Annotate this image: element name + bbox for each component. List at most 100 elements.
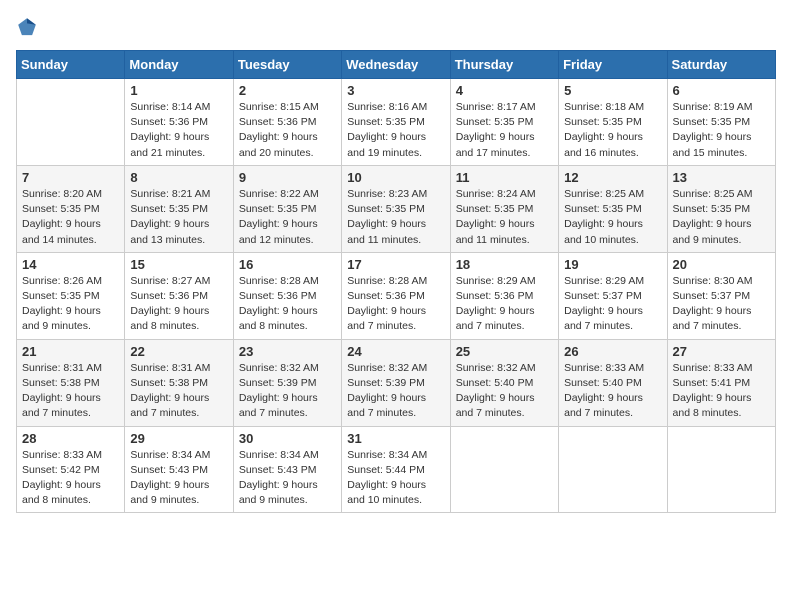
day-info: Sunrise: 8:23 AM Sunset: 5:35 PM Dayligh… (347, 187, 444, 248)
calendar-cell: 23Sunrise: 8:32 AM Sunset: 5:39 PM Dayli… (233, 339, 341, 426)
calendar-cell: 21Sunrise: 8:31 AM Sunset: 5:38 PM Dayli… (17, 339, 125, 426)
calendar-cell: 12 Sunrise: 8:25 AM Sunset: 5:35 PM Dayli… (559, 165, 667, 252)
calendar-cell: 10 Sunrise: 8:23 AM Sunset: 5:35 PM Dayli… (342, 165, 450, 252)
day-number: 14 (22, 257, 119, 272)
day-number: 9 (239, 170, 336, 185)
day-info: Sunrise: 8:33 AM Sunset: 5:41 PM Dayligh… (673, 361, 770, 422)
day-info: Sunrise: 8:17 AM Sunset: 5:35 PM Dayligh… (456, 100, 553, 161)
day-info: Sunrise: 8:25 AM Sunset: 5:35 PM Dayligh… (564, 187, 661, 248)
day-info: Sunrise: 8:33 AM Sunset: 5:42 PM Dayligh… (22, 448, 119, 509)
day-number: 13 (673, 170, 770, 185)
header (16, 16, 776, 38)
calendar-cell: 5 Sunrise: 8:18 AM Sunset: 5:35 PM Daylig… (559, 79, 667, 166)
calendar-week-4: 28 Sunrise: 8:33 AM Sunset: 5:42 PM Dayli… (17, 426, 776, 513)
day-info: Sunrise: 8:34 AM Sunset: 5:43 PM Dayligh… (239, 448, 336, 509)
calendar-table: SundayMondayTuesdayWednesdayThursdayFrid… (16, 50, 776, 513)
day-number: 2 (239, 83, 336, 98)
day-number: 10 (347, 170, 444, 185)
calendar-cell: 6 Sunrise: 8:19 AM Sunset: 5:35 PM Daylig… (667, 79, 775, 166)
day-number: 20 (673, 257, 770, 272)
day-info: Sunrise: 8:25 AM Sunset: 5:35 PM Dayligh… (673, 187, 770, 248)
day-number: 17 (347, 257, 444, 272)
day-info: Sunrise: 8:19 AM Sunset: 5:35 PM Dayligh… (673, 100, 770, 161)
calendar-cell: 26 Sunrise: 8:33 AM Sunset: 5:40 PM Dayli… (559, 339, 667, 426)
logo-icon (16, 16, 38, 38)
logo (16, 16, 40, 38)
calendar-cell: 15 Sunrise: 8:27 AM Sunset: 5:36 PM Dayli… (125, 252, 233, 339)
weekday-header-friday: Friday (559, 51, 667, 79)
calendar-cell (559, 426, 667, 513)
day-info: Sunrise: 8:31 AM Sunset: 5:38 PM Dayligh… (130, 361, 227, 422)
day-info: Sunrise: 8:34 AM Sunset: 5:44 PM Dayligh… (347, 448, 444, 509)
day-info: Sunrise: 8:32 AM Sunset: 5:39 PM Dayligh… (347, 361, 444, 422)
calendar-cell: 20 Sunrise: 8:30 AM Sunset: 5:37 PM Dayli… (667, 252, 775, 339)
day-info: Sunrise: 8:29 AM Sunset: 5:37 PM Dayligh… (564, 274, 661, 335)
calendar-cell: 1 Sunrise: 8:14 AM Sunset: 5:36 PM Daylig… (125, 79, 233, 166)
weekday-header-saturday: Saturday (667, 51, 775, 79)
calendar-week-1: 7 Sunrise: 8:20 AM Sunset: 5:35 PM Daylig… (17, 165, 776, 252)
day-info: Sunrise: 8:34 AM Sunset: 5:43 PM Dayligh… (130, 448, 227, 509)
day-number: 25 (456, 344, 553, 359)
day-number: 18 (456, 257, 553, 272)
calendar-header: SundayMondayTuesdayWednesdayThursdayFrid… (17, 51, 776, 79)
day-info: Sunrise: 8:33 AM Sunset: 5:40 PM Dayligh… (564, 361, 661, 422)
day-number: 21 (22, 344, 119, 359)
day-number: 24 (347, 344, 444, 359)
day-info: Sunrise: 8:29 AM Sunset: 5:36 PM Dayligh… (456, 274, 553, 335)
day-info: Sunrise: 8:32 AM Sunset: 5:40 PM Dayligh… (456, 361, 553, 422)
calendar-cell (17, 79, 125, 166)
day-number: 30 (239, 431, 336, 446)
calendar-cell: 19 Sunrise: 8:29 AM Sunset: 5:37 PM Dayli… (559, 252, 667, 339)
day-info: Sunrise: 8:20 AM Sunset: 5:35 PM Dayligh… (22, 187, 119, 248)
day-number: 28 (22, 431, 119, 446)
day-info: Sunrise: 8:14 AM Sunset: 5:36 PM Dayligh… (130, 100, 227, 161)
day-number: 26 (564, 344, 661, 359)
calendar-cell: 9Sunrise: 8:22 AM Sunset: 5:35 PM Daylig… (233, 165, 341, 252)
weekday-header-tuesday: Tuesday (233, 51, 341, 79)
day-number: 5 (564, 83, 661, 98)
day-number: 8 (130, 170, 227, 185)
day-number: 12 (564, 170, 661, 185)
calendar-body: 1 Sunrise: 8:14 AM Sunset: 5:36 PM Daylig… (17, 79, 776, 513)
calendar-cell: 31Sunrise: 8:34 AM Sunset: 5:44 PM Dayli… (342, 426, 450, 513)
calendar-cell: 4 Sunrise: 8:17 AM Sunset: 5:35 PM Daylig… (450, 79, 558, 166)
day-info: Sunrise: 8:21 AM Sunset: 5:35 PM Dayligh… (130, 187, 227, 248)
day-number: 27 (673, 344, 770, 359)
day-number: 6 (673, 83, 770, 98)
weekday-header-row: SundayMondayTuesdayWednesdayThursdayFrid… (17, 51, 776, 79)
calendar-cell: 22 Sunrise: 8:31 AM Sunset: 5:38 PM Dayli… (125, 339, 233, 426)
calendar-cell (667, 426, 775, 513)
calendar-cell: 25 Sunrise: 8:32 AM Sunset: 5:40 PM Dayli… (450, 339, 558, 426)
day-info: Sunrise: 8:27 AM Sunset: 5:36 PM Dayligh… (130, 274, 227, 335)
calendar-cell: 3Sunrise: 8:16 AM Sunset: 5:35 PM Daylig… (342, 79, 450, 166)
day-number: 1 (130, 83, 227, 98)
calendar-cell: 16 Sunrise: 8:28 AM Sunset: 5:36 PM Dayli… (233, 252, 341, 339)
weekday-header-sunday: Sunday (17, 51, 125, 79)
day-info: Sunrise: 8:18 AM Sunset: 5:35 PM Dayligh… (564, 100, 661, 161)
day-number: 22 (130, 344, 227, 359)
calendar-cell: 17Sunrise: 8:28 AM Sunset: 5:36 PM Dayli… (342, 252, 450, 339)
day-number: 4 (456, 83, 553, 98)
day-number: 11 (456, 170, 553, 185)
calendar-cell: 30 Sunrise: 8:34 AM Sunset: 5:43 PM Dayli… (233, 426, 341, 513)
day-info: Sunrise: 8:26 AM Sunset: 5:35 PM Dayligh… (22, 274, 119, 335)
weekday-header-wednesday: Wednesday (342, 51, 450, 79)
day-number: 7 (22, 170, 119, 185)
day-info: Sunrise: 8:30 AM Sunset: 5:37 PM Dayligh… (673, 274, 770, 335)
calendar-cell: 27 Sunrise: 8:33 AM Sunset: 5:41 PM Dayli… (667, 339, 775, 426)
calendar-cell: 7 Sunrise: 8:20 AM Sunset: 5:35 PM Daylig… (17, 165, 125, 252)
weekday-header-thursday: Thursday (450, 51, 558, 79)
calendar-cell: 18 Sunrise: 8:29 AM Sunset: 5:36 PM Dayli… (450, 252, 558, 339)
day-number: 16 (239, 257, 336, 272)
day-number: 3 (347, 83, 444, 98)
calendar-week-3: 21 Sunrise: 8:31 AM Sunset: 5:38 PM Dayli… (17, 339, 776, 426)
calendar-cell: 8 Sunrise: 8:21 AM Sunset: 5:35 PM Daylig… (125, 165, 233, 252)
day-number: 15 (130, 257, 227, 272)
calendar-cell: 13 Sunrise: 8:25 AM Sunset: 5:35 PM Dayli… (667, 165, 775, 252)
day-info: Sunrise: 8:32 AM Sunset: 5:39 PM Dayligh… (239, 361, 336, 422)
calendar-cell (450, 426, 558, 513)
calendar-cell: 28 Sunrise: 8:33 AM Sunset: 5:42 PM Dayli… (17, 426, 125, 513)
day-number: 19 (564, 257, 661, 272)
day-info: Sunrise: 8:24 AM Sunset: 5:35 PM Dayligh… (456, 187, 553, 248)
day-info: Sunrise: 8:28 AM Sunset: 5:36 PM Dayligh… (239, 274, 336, 335)
